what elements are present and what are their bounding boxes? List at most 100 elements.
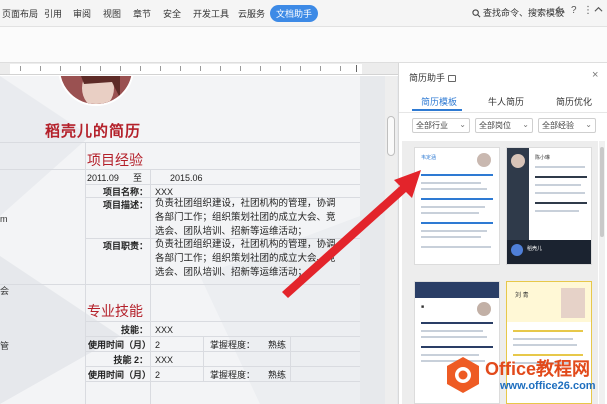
thumb-header <box>415 282 499 298</box>
thumb-line <box>421 330 483 332</box>
section-title-skills: 专业技能 <box>87 303 143 319</box>
search-label: 查找命令、搜索模板 <box>483 8 565 18</box>
tab-resume-templates[interactable]: 简历模板 <box>421 95 457 108</box>
project-name-label: 项目名称： <box>102 187 148 197</box>
ruler-tick <box>300 66 301 71</box>
menu-view[interactable]: 视图 <box>103 7 121 20</box>
thumb-avatar <box>511 154 525 168</box>
ruler-tick <box>320 66 321 71</box>
filter-position-value: 全部岗位 <box>479 121 511 130</box>
ruler-tick <box>120 66 121 71</box>
ruler-tick <box>40 66 41 71</box>
thumb-avatar <box>477 153 491 167</box>
clipped-text: 会 <box>0 286 10 296</box>
skill2-value: XXX <box>155 355 174 365</box>
ruler-tick <box>160 66 161 71</box>
watermark-url: www.office26.com <box>500 380 596 392</box>
ruler-tick <box>80 66 81 71</box>
ruler-tick <box>340 66 341 71</box>
share-icon[interactable] <box>555 5 565 18</box>
table-border <box>150 169 151 404</box>
project-duty-label: 项目职责： <box>102 241 148 251</box>
collapse-ribbon-icon[interactable] <box>594 5 603 17</box>
help-icon[interactable]: ? <box>571 5 577 16</box>
thumb-line <box>513 330 583 332</box>
thumb-avatar <box>477 302 491 316</box>
date-to: 至 <box>133 173 143 183</box>
ruler-working-area <box>10 64 362 74</box>
close-icon[interactable]: × <box>592 69 598 81</box>
ruler-tick <box>220 66 221 71</box>
filter-position-select[interactable]: 全部岗位 ⌄ <box>475 118 533 133</box>
thumb-name: 韦定涵 <box>421 155 437 161</box>
more-icon[interactable]: ⋮ <box>583 5 593 16</box>
menu-doc-assistant[interactable]: 文档助手 <box>270 5 319 22</box>
project-desc-label: 项目描述： <box>102 200 148 210</box>
template-thumbnail-1[interactable]: 韦定涵 <box>414 147 500 265</box>
thumb-line <box>535 166 585 168</box>
thumb-line <box>421 212 479 214</box>
tab-expert-resumes[interactable]: 牛人简历 <box>488 95 524 108</box>
active-tab-indicator <box>412 109 462 111</box>
chevron-down-icon: ⌄ <box>459 120 466 129</box>
ruler-tick <box>200 66 201 71</box>
thumb-banner-title: 稻壳儿 <box>527 246 543 252</box>
menu-security[interactable]: 安全 <box>163 7 181 20</box>
menu-page-layout[interactable]: 页面布局 <box>2 7 38 20</box>
chat-icon[interactable] <box>448 75 457 82</box>
level1-value: 熟练 <box>268 340 287 350</box>
table-border <box>85 336 360 337</box>
document-scroll-thumb[interactable] <box>387 116 395 156</box>
thumb-name-label: ■ <box>421 304 425 310</box>
thumb-banner-logo <box>511 244 523 256</box>
ruler-margin-marker[interactable] <box>356 65 357 72</box>
filter-industry-select[interactable]: 全部行业 ⌄ <box>412 118 470 133</box>
project-duty-line-1: 负责社团组织建设，社团机构的管理，协调 <box>155 239 336 250</box>
time1-value: 2 <box>155 340 161 350</box>
table-border <box>0 284 360 285</box>
ruler-tick <box>20 66 21 71</box>
thumb-line <box>421 336 487 338</box>
tab-resume-optimize[interactable]: 简历优化 <box>556 95 592 108</box>
project-desc-line-3: 选会、团队培训、招新等运维活动； <box>155 226 308 237</box>
filter-experience-select[interactable]: 全部经验 ⌄ <box>538 118 596 133</box>
thumb-line <box>535 192 585 194</box>
menu-cloud[interactable]: 云服务 <box>238 7 265 20</box>
horizontal-ruler[interactable] <box>0 63 398 75</box>
menu-developer[interactable]: 开发工具 <box>193 7 229 20</box>
menu-references[interactable]: 引用 <box>44 7 62 20</box>
thumb-line <box>535 210 579 212</box>
pane-scroll-thumb[interactable] <box>600 147 604 237</box>
thumb-line <box>421 236 481 238</box>
office-logo-icon <box>447 357 479 393</box>
thumb-line <box>421 346 493 348</box>
ruler-tick <box>60 66 61 71</box>
thumb-line <box>535 202 587 204</box>
command-search[interactable]: 查找命令、搜索模板 <box>472 6 564 19</box>
chevron-down-icon: ⌄ <box>585 120 592 129</box>
time1-label: 使用时间（月） <box>88 340 152 350</box>
skill1-value: XXX <box>155 325 174 335</box>
section-title-experience: 项目经验 <box>87 152 143 168</box>
clipped-text: m <box>0 214 8 224</box>
pane-scrollbar[interactable] <box>599 141 605 404</box>
time2-value: 2 <box>155 370 161 380</box>
table-border <box>0 142 360 143</box>
thumb-line <box>421 182 481 184</box>
project-duty-line-2: 各部门工作；组织策划社团的成立大会、竞 <box>155 253 336 264</box>
thumb-photo <box>561 288 585 318</box>
document-page[interactable]: 稻壳儿的简历 项目经验 2011.09 至 2015.06 项目名称： XXX … <box>0 76 360 404</box>
table-border <box>85 142 86 404</box>
thumb-line <box>421 246 491 248</box>
menu-chapter[interactable]: 章节 <box>133 7 151 20</box>
template-thumbnail-2[interactable]: 陈小琳 稻壳儿 <box>506 147 592 265</box>
thumb-line <box>421 188 487 190</box>
thumb-line <box>421 206 485 208</box>
ribbon-menu-bar: 页面布局 引用 审阅 视图 章节 安全 开发工具 云服务 文档助手 查找命令、搜… <box>0 0 607 27</box>
document-area: 稻壳儿的简历 项目经验 2011.09 至 2015.06 项目名称： XXX … <box>0 76 398 404</box>
thumb-line <box>513 338 573 340</box>
menu-review[interactable]: 审阅 <box>73 7 91 20</box>
level2-label: 掌握程度： <box>210 370 256 380</box>
ruler-tick <box>140 66 141 71</box>
document-scrollbar[interactable] <box>385 76 397 404</box>
